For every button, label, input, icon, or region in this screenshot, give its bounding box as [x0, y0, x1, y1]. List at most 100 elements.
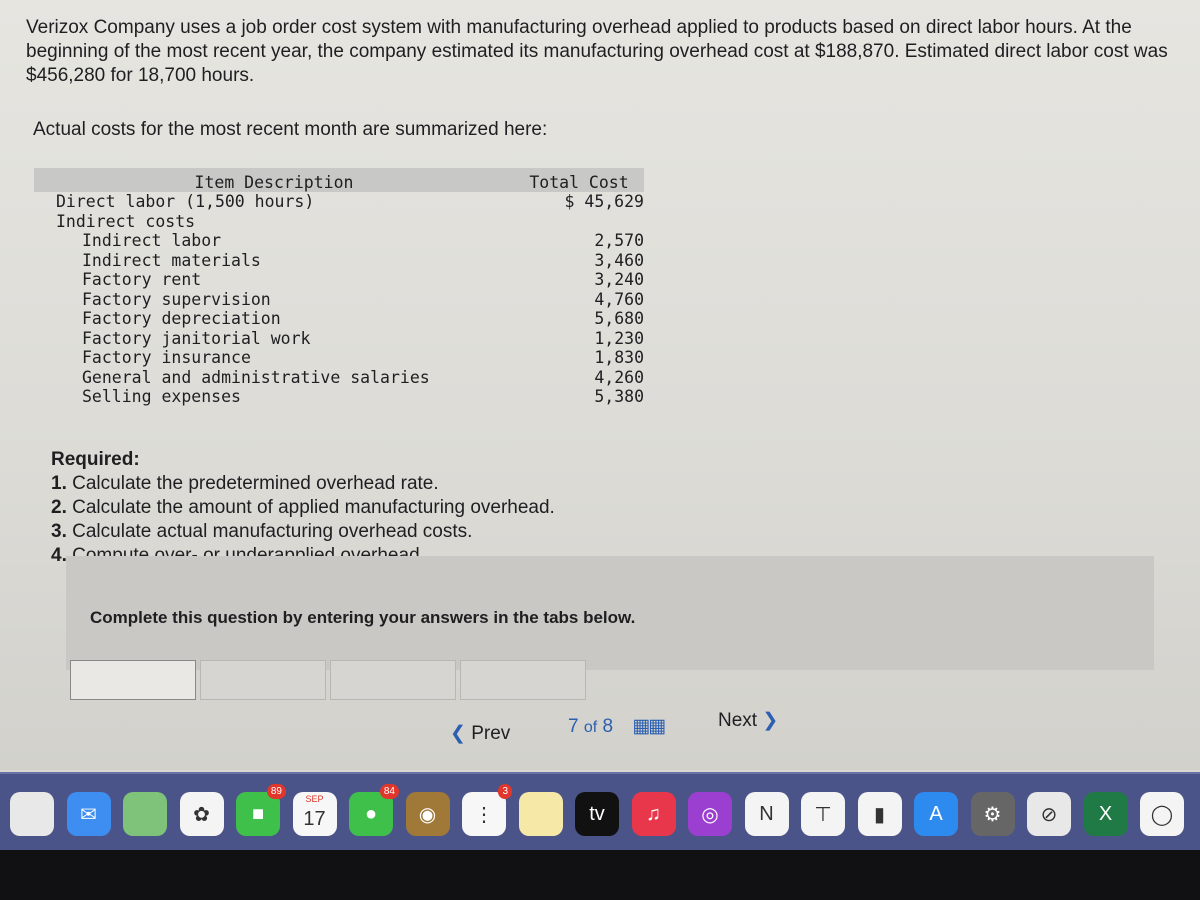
app-glyph: ▮	[873, 803, 885, 826]
next-button[interactable]: Next ❯	[718, 709, 778, 732]
item-description: Factory janitorial work	[82, 328, 311, 348]
table-row: Factory janitorial work 1,230	[34, 329, 644, 349]
apple-tv-icon[interactable]: tv	[575, 792, 619, 836]
required-text: Calculate the amount of applied manufact…	[72, 497, 555, 518]
notification-badge: 89	[266, 784, 286, 799]
required-text: Calculate the predetermined overhead rat…	[72, 473, 439, 494]
notification-badge: 84	[379, 784, 399, 799]
notes-icon[interactable]	[518, 792, 563, 836]
actual-costs-label: Actual costs for the most recent month a…	[33, 119, 548, 140]
required-item: 1. Calculate the predetermined overhead …	[51, 472, 555, 496]
item-description: Direct labor (1,500 hours)	[56, 192, 315, 211]
reminders-icon[interactable]: ⋮ 3	[462, 784, 512, 836]
maps-icon[interactable]	[123, 792, 167, 836]
app-store-icon[interactable]: A	[914, 792, 958, 836]
system-settings-icon[interactable]: ⚙	[970, 792, 1015, 836]
required-number: 4.	[51, 545, 67, 566]
podcasts-icon[interactable]: ◎	[688, 792, 732, 836]
app-glyph: N	[759, 802, 774, 825]
messages-icon[interactable]: ● 84	[349, 784, 399, 836]
table-row: Factory depreciation 5,680	[34, 309, 644, 329]
item-cost: 4,760	[594, 289, 644, 309]
app-glyph: ⊤	[814, 803, 832, 826]
item-description: Indirect materials	[82, 250, 261, 270]
answer-tabs	[70, 660, 586, 700]
excel-icon[interactable]: X	[1083, 792, 1128, 836]
table-row: Indirect labor 2,570	[34, 231, 644, 251]
item-description: Factory supervision	[82, 289, 271, 309]
dock: ✉ ✿ ■ 89 SEP 17 ● 84 ◉ ⋮ 3 tv ♫ ◎ N ⊤ ▮ A ⚙ ⊘ X ◯	[0, 772, 1200, 852]
app-glyph: ✉	[80, 803, 97, 826]
prev-label: Prev	[471, 723, 511, 744]
item-description: Selling expenses	[82, 387, 241, 406]
item-cost: 5,380	[594, 387, 644, 406]
cost-table: Item Description Total Cost Direct labor…	[34, 168, 644, 407]
app-glyph: ♫	[646, 802, 661, 825]
tab-required-4[interactable]	[460, 660, 586, 700]
facetime-icon[interactable]: ■ 89	[236, 784, 286, 836]
app-glyph: 17	[303, 807, 326, 830]
tab-required-1[interactable]	[70, 660, 196, 700]
required-item: 2. Calculate the amount of applied manuf…	[51, 496, 555, 520]
item-cost: 2,570	[594, 231, 644, 250]
news-icon[interactable]: N	[744, 792, 789, 836]
app-glyph: A	[929, 802, 943, 825]
table-row: Factory insurance 1,830	[34, 348, 644, 368]
page-total: 8	[602, 716, 614, 737]
app-glyph: ◯	[1150, 803, 1174, 826]
music-icon[interactable]: ♫	[631, 792, 676, 836]
table-row: Direct labor (1,500 hours) $ 45,629	[34, 192, 644, 212]
grid-icon[interactable]: ▦▦	[632, 716, 666, 737]
screen-bezel	[0, 850, 1200, 900]
numbers-icon[interactable]: ▮	[857, 792, 902, 836]
chevron-left-icon: ❮	[450, 723, 466, 744]
safari-icon[interactable]: ⊘	[1027, 792, 1071, 836]
launchpad-icon[interactable]	[10, 792, 54, 836]
tab-required-2[interactable]	[200, 660, 326, 700]
problem-intro: Verizox Company uses a job order cost sy…	[26, 17, 1168, 86]
page-current: 7	[568, 716, 579, 737]
item-cost: 3,460	[594, 250, 644, 270]
item-description: Factory insurance	[82, 348, 251, 367]
item-description: Factory depreciation	[82, 309, 281, 328]
item-cost: $ 45,629	[564, 192, 644, 211]
table-row: Indirect materials 3,460	[34, 251, 644, 271]
item-description: General and administrative salaries	[82, 367, 430, 387]
required-section: Required: 1. Calculate the predetermined…	[51, 448, 555, 568]
required-number: 3.	[51, 521, 67, 542]
app-glyph: ✿	[193, 803, 210, 826]
item-cost: 1,230	[594, 328, 644, 348]
mail-icon[interactable]: ✉	[66, 792, 111, 836]
item-cost	[526, 212, 644, 232]
page-of: of	[583, 719, 598, 736]
contacts-icon[interactable]: ◉	[405, 792, 450, 836]
page-indicator: 7 of 8 ▦▦	[568, 715, 666, 738]
app-glyph: X	[1098, 802, 1113, 825]
app-glyph: ◉	[418, 803, 437, 826]
notification-badge: 3	[498, 784, 512, 799]
question-page: Verizox Company uses a job order cost sy…	[0, 0, 1200, 770]
item-description: Indirect costs	[56, 211, 196, 231]
item-cost: 5,680	[594, 309, 644, 328]
required-text: Calculate actual manufacturing overhead …	[72, 521, 473, 542]
item-description: Indirect labor	[82, 231, 222, 250]
next-label: Next	[718, 710, 758, 731]
item-description: Factory rent	[82, 270, 202, 289]
header-total-cost: Total Cost	[514, 172, 644, 192]
header-item-description: Item Description	[194, 172, 354, 192]
instruction-text: Complete this question by entering your …	[90, 608, 636, 627]
item-cost: 3,240	[594, 270, 644, 289]
prev-button[interactable]: ❮ Prev	[450, 722, 510, 745]
required-number: 2.	[51, 497, 67, 518]
calendar-icon[interactable]: SEP 17	[292, 792, 337, 836]
app-glyph: ⚙	[983, 803, 1002, 826]
instruction-box: Complete this question by entering your …	[66, 556, 1154, 670]
photos-icon[interactable]: ✿	[179, 792, 224, 836]
chrome-icon[interactable]: ◯	[1140, 792, 1184, 836]
app-glyph: ■	[251, 802, 265, 825]
tab-required-3[interactable]	[330, 660, 456, 700]
keynote-icon[interactable]: ⊤	[801, 792, 845, 836]
calendar-month: SEP	[305, 794, 324, 804]
table-row: General and administrative salaries 4,260	[34, 368, 644, 388]
chevron-right-icon: ❯	[762, 710, 779, 731]
